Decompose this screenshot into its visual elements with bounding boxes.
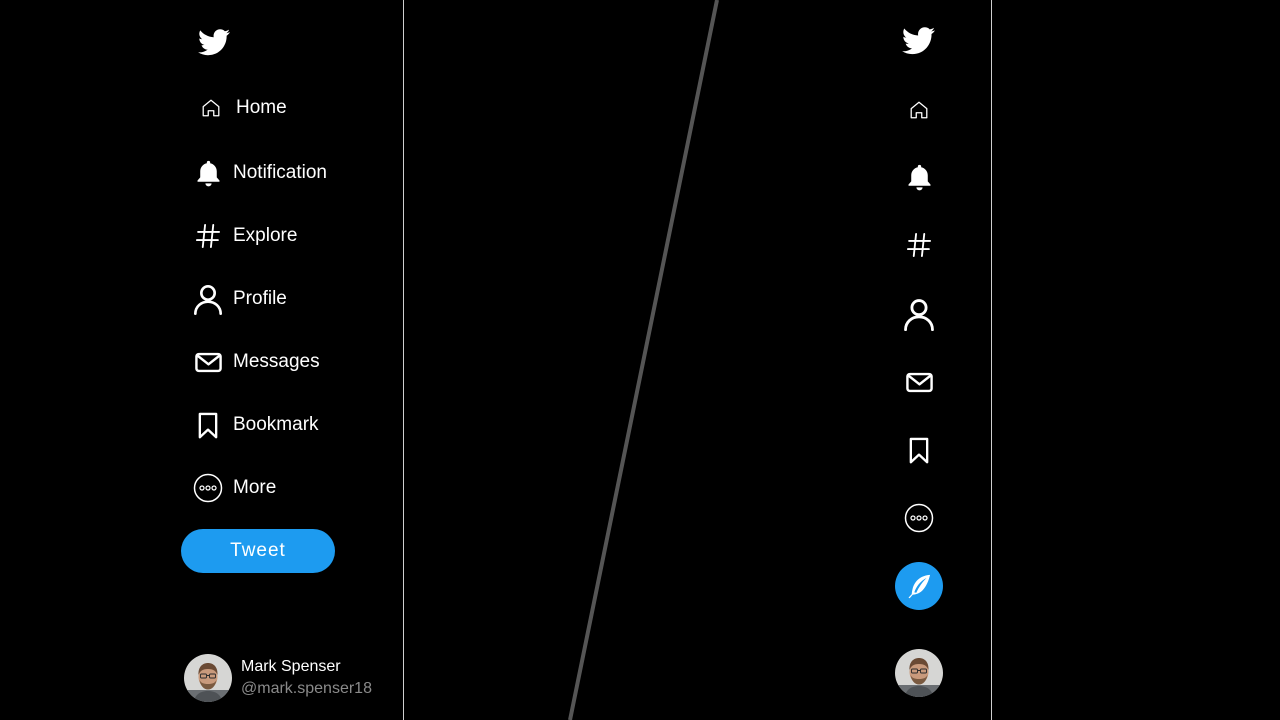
nav-icon-explore[interactable]: [895, 221, 943, 269]
nav-item-notification[interactable]: Notification: [192, 153, 327, 193]
avatar[interactable]: [895, 649, 943, 697]
bookmark-icon: [905, 436, 933, 464]
avatar[interactable]: [184, 654, 232, 702]
hashtag-icon: [192, 220, 224, 252]
tweet-button[interactable]: Tweet: [181, 529, 335, 573]
nav-item-home[interactable]: Home: [195, 88, 287, 128]
hashtag-icon: [905, 231, 933, 259]
twitter-logo-icon[interactable]: [902, 24, 936, 57]
home-icon: [195, 92, 227, 124]
nav-item-label: Explore: [233, 225, 298, 246]
nav-item-label: Home: [236, 97, 287, 118]
envelope-icon: [905, 368, 934, 397]
nav-icon-bookmark[interactable]: [895, 426, 943, 474]
nav-icon-messages[interactable]: [895, 358, 943, 406]
compose-tweet-button[interactable]: [895, 562, 943, 610]
more-circle-icon: [192, 472, 224, 504]
user-handle: @mark.spenser18: [241, 680, 372, 697]
bell-icon: [904, 162, 935, 193]
nav-item-profile[interactable]: Profile: [192, 279, 287, 319]
nav-item-label: More: [233, 477, 277, 498]
nav-item-more[interactable]: More: [192, 468, 276, 508]
home-icon: [908, 99, 930, 121]
nav-icon-home[interactable]: [895, 86, 943, 134]
user-name: Mark Spenser: [241, 658, 341, 675]
nav-icon-more[interactable]: [895, 494, 943, 542]
feather-icon: [905, 572, 933, 600]
nav-item-label: Bookmark: [233, 414, 319, 435]
envelope-icon: [192, 346, 224, 378]
person-icon: [192, 283, 224, 315]
nav-item-label: Messages: [233, 351, 320, 372]
twitter-logo-icon[interactable]: [198, 26, 231, 58]
nav-item-label: Notification: [233, 162, 327, 183]
nav-item-messages[interactable]: Messages: [192, 342, 320, 382]
bookmark-icon: [192, 409, 224, 441]
bell-icon: [192, 157, 224, 189]
nav-item-label: Profile: [233, 288, 287, 309]
person-icon: [902, 297, 936, 331]
nav-item-explore[interactable]: Explore: [192, 216, 297, 256]
nav-item-bookmark[interactable]: Bookmark: [192, 405, 319, 445]
nav-icon-profile[interactable]: [895, 290, 943, 338]
nav-icon-notification[interactable]: [895, 153, 943, 201]
more-circle-icon: [904, 503, 934, 533]
